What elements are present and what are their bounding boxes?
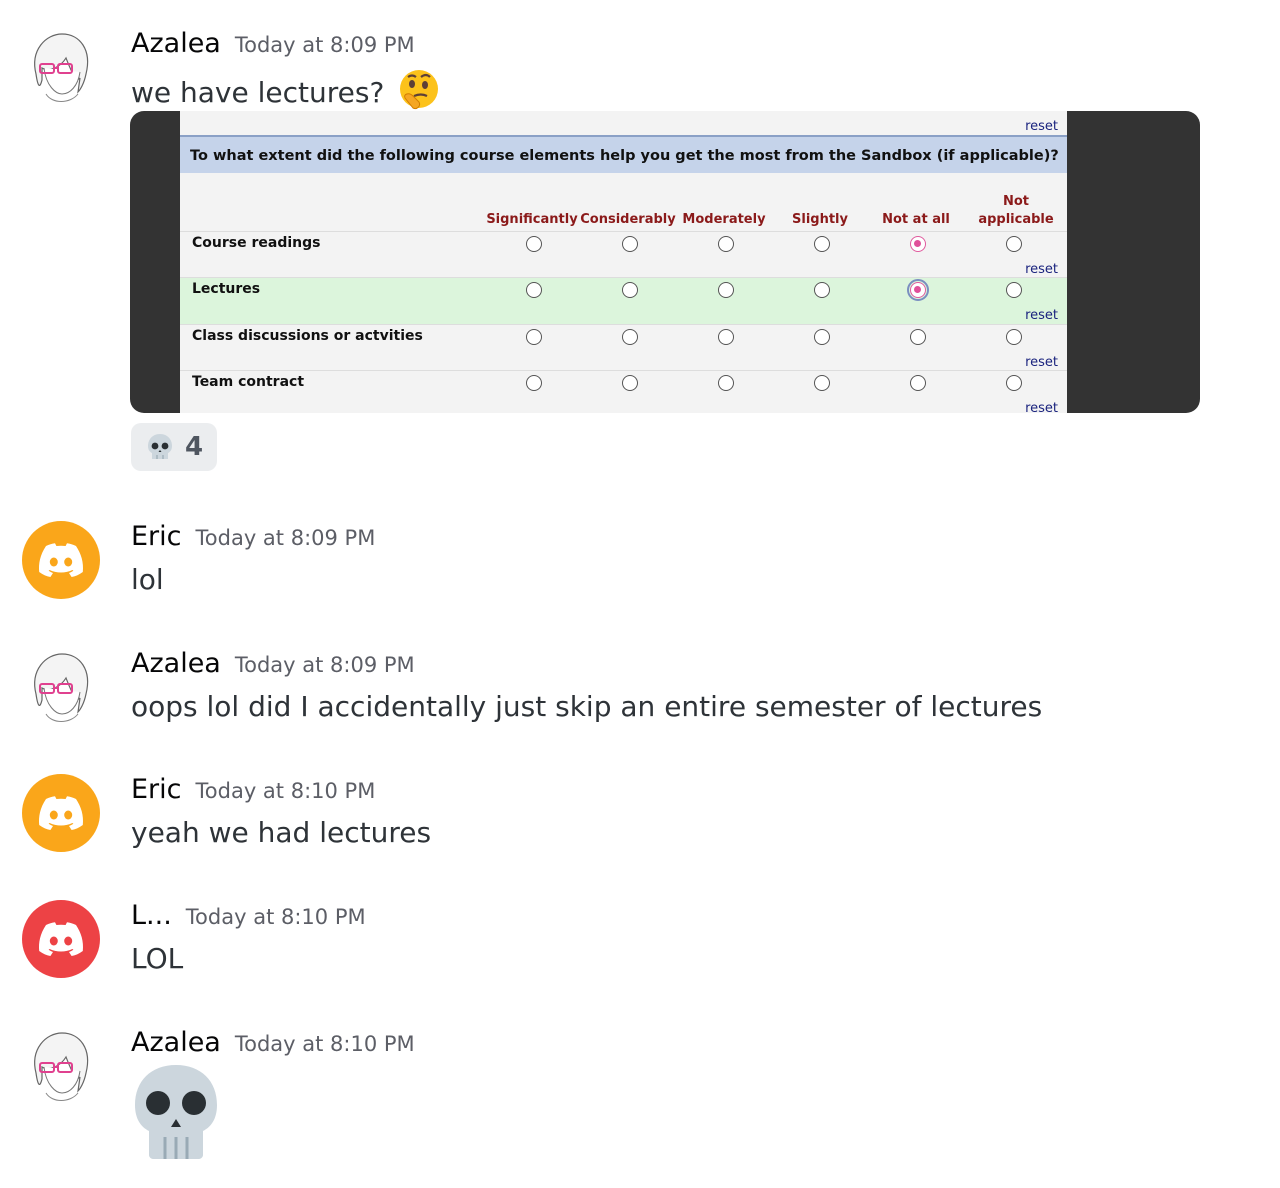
user-avatar[interactable]	[22, 774, 100, 852]
message-text: lol	[131, 563, 164, 596]
reset-link[interactable]: reset	[1025, 401, 1058, 413]
column-header: Slightly	[792, 212, 848, 227]
discord-logo-icon	[39, 543, 84, 577]
message-header: Eric Today at 8:09 PM	[131, 521, 375, 552]
survey-screenshot: reset To what extent did the following c…	[180, 111, 1067, 413]
timestamp: Today at 8:09 PM	[234, 33, 415, 57]
reaction-count: 4	[184, 432, 204, 462]
radio-option-selected[interactable]	[907, 279, 929, 301]
timestamp: Today at 8:09 PM	[234, 653, 415, 677]
username[interactable]: Azalea	[131, 648, 221, 679]
reset-link[interactable]: reset	[1025, 262, 1058, 277]
radio-option[interactable]	[814, 329, 830, 345]
row-label: Lectures	[192, 281, 261, 297]
message-text: we have lectures?	[131, 68, 441, 112]
column-header: Not at all	[882, 212, 950, 227]
column-header-line1: Not	[1002, 194, 1030, 209]
message-text	[131, 1063, 221, 1166]
radio-option[interactable]	[718, 375, 734, 391]
reset-link[interactable]: reset	[1025, 355, 1058, 370]
discord-logo-icon	[39, 922, 84, 956]
thinking-face-icon	[400, 70, 439, 109]
radio-option[interactable]	[622, 236, 638, 252]
column-header-line2: applicable	[978, 212, 1054, 227]
radio-option[interactable]	[814, 282, 830, 298]
radio-option[interactable]	[526, 375, 542, 391]
radio-option[interactable]	[526, 236, 542, 252]
message-header: Azalea Today at 8:10 PM	[131, 1027, 415, 1058]
radio-option[interactable]	[718, 236, 734, 252]
radio-option[interactable]	[1006, 282, 1022, 298]
username[interactable]: Azalea	[131, 28, 221, 59]
radio-option[interactable]	[526, 282, 542, 298]
reset-link[interactable]: reset	[1025, 308, 1058, 323]
survey-question: To what extent did the following course …	[180, 135, 1067, 173]
user-avatar[interactable]	[22, 648, 100, 726]
user-avatar[interactable]	[22, 28, 100, 106]
radio-option[interactable]	[910, 375, 926, 391]
radio-option[interactable]	[622, 282, 638, 298]
survey-row: Class discussions or actvities reset	[180, 324, 1067, 371]
message-header: Azalea Today at 8:09 PM	[131, 28, 415, 59]
survey-row: Team contract reset	[180, 370, 1067, 413]
column-header-not-applicable: Not applicable	[968, 193, 1064, 229]
column-header: Moderately	[682, 212, 766, 227]
radio-option[interactable]	[622, 329, 638, 345]
column-header: Considerably	[580, 212, 676, 227]
radio-option[interactable]	[910, 329, 926, 345]
radio-option[interactable]	[526, 329, 542, 345]
timestamp: Today at 8:09 PM	[195, 526, 376, 550]
message-header: L... Today at 8:10 PM	[131, 900, 366, 931]
radio-option[interactable]	[1006, 236, 1022, 252]
reset-link[interactable]: reset	[1025, 119, 1058, 134]
username[interactable]: Eric	[131, 774, 182, 805]
timestamp: Today at 8:10 PM	[234, 1032, 415, 1056]
reaction-button[interactable]: 4	[131, 423, 217, 471]
image-attachment[interactable]: reset To what extent did the following c…	[130, 111, 1200, 413]
anime-girl-avatar-icon	[34, 1032, 89, 1101]
skull-icon	[135, 1065, 217, 1159]
message-body: we have lectures?	[131, 76, 385, 109]
timestamp: Today at 8:10 PM	[185, 905, 366, 929]
row-label: Course readings	[192, 235, 321, 251]
user-avatar[interactable]	[22, 900, 100, 978]
radio-option[interactable]	[814, 236, 830, 252]
radio-option[interactable]	[718, 329, 734, 345]
user-avatar[interactable]	[22, 1027, 100, 1105]
username[interactable]: Eric	[131, 521, 182, 552]
message-header: Azalea Today at 8:09 PM	[131, 648, 415, 679]
row-label: Class discussions or actvities	[192, 328, 423, 344]
radio-option[interactable]	[718, 282, 734, 298]
message-text: oops lol did I accidentally just skip an…	[131, 690, 1043, 723]
column-header: Significantly	[486, 212, 578, 227]
timestamp: Today at 8:10 PM	[195, 779, 376, 803]
anime-girl-avatar-icon	[34, 33, 89, 102]
radio-option[interactable]	[622, 375, 638, 391]
survey-row: Lectures reset	[180, 277, 1067, 324]
anime-girl-avatar-icon	[34, 653, 89, 722]
username[interactable]: L...	[131, 900, 172, 931]
survey-row: Course readings reset	[180, 231, 1067, 278]
radio-option[interactable]	[814, 375, 830, 391]
message-text: yeah we had lectures	[131, 816, 432, 849]
user-avatar[interactable]	[22, 521, 100, 599]
message-header: Eric Today at 8:10 PM	[131, 774, 375, 805]
skull-icon	[147, 434, 172, 459]
username[interactable]: Azalea	[131, 1027, 221, 1058]
row-label: Team contract	[192, 374, 305, 390]
message-text: LOL	[131, 942, 184, 975]
radio-option-selected[interactable]	[910, 236, 926, 252]
radio-option[interactable]	[1006, 329, 1022, 345]
radio-option[interactable]	[1006, 375, 1022, 391]
discord-logo-icon	[39, 796, 84, 830]
